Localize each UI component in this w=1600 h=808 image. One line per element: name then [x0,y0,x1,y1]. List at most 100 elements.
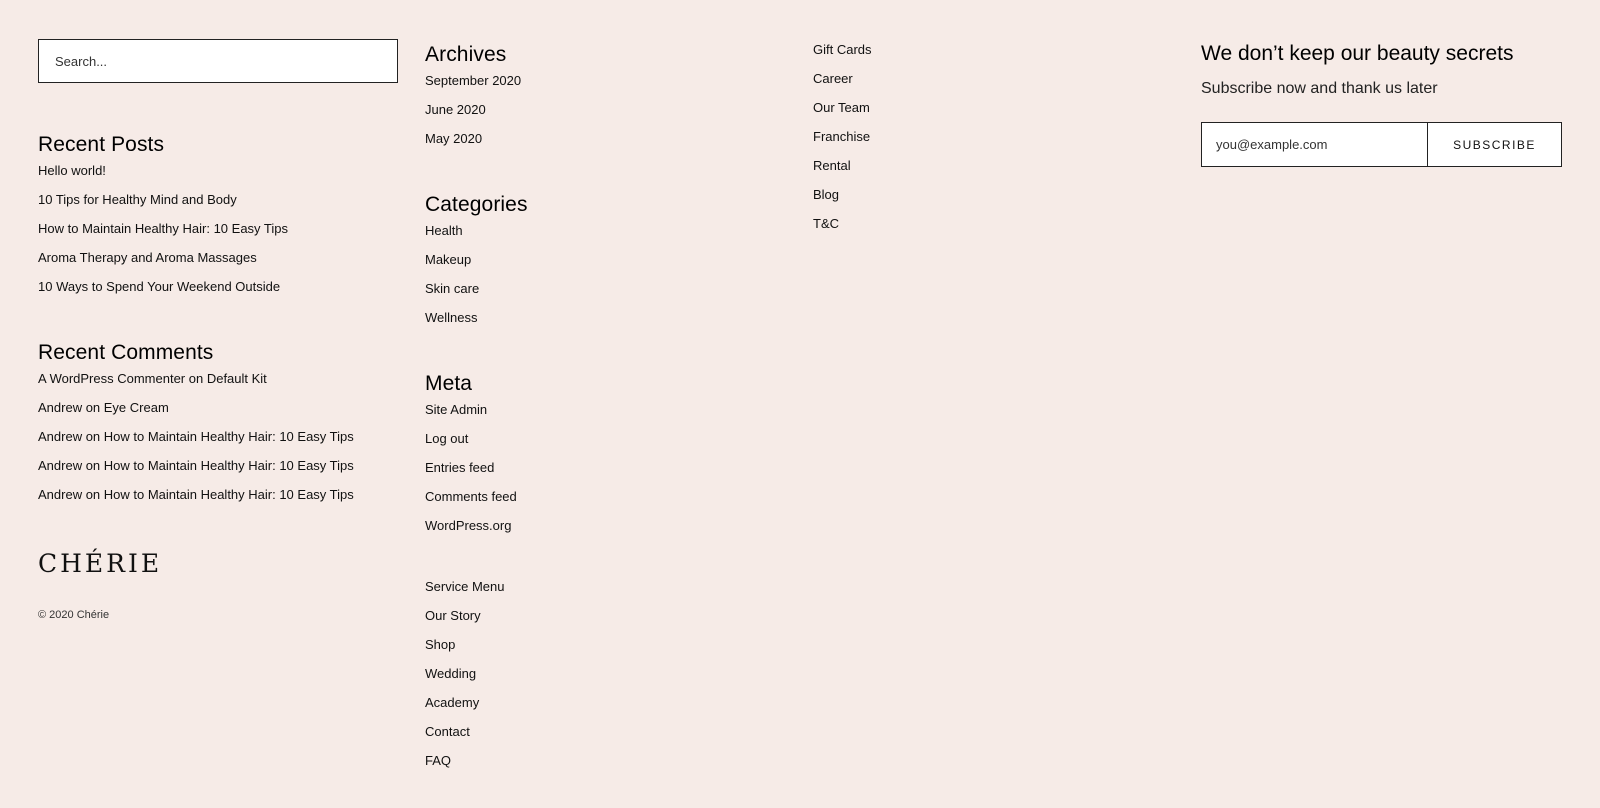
list-item: Andrew on How to Maintain Healthy Hair: … [38,458,354,487]
categories-title: Categories [425,193,528,216]
list-item: T&C [813,216,872,245]
search-input[interactable] [53,52,383,70]
meta-link[interactable]: Comments feed [425,489,517,504]
recent-post-link[interactable]: 10 Ways to Spend Your Weekend Outside [38,279,280,294]
service-menu-link[interactable]: Shop [425,637,455,652]
recent-post-link[interactable]: Aroma Therapy and Aroma Massages [38,250,257,265]
recent-comments-list: A WordPress Commenter on Default Kit And… [38,371,354,516]
list-item: June 2020 [425,102,521,131]
company-menu-link[interactable]: Franchise [813,129,870,144]
archive-link[interactable]: May 2020 [425,131,482,146]
list-item: Wellness [425,310,528,339]
list-item: FAQ [425,753,504,782]
recent-comment-link[interactable]: Andrew on How to Maintain Healthy Hair: … [38,487,354,502]
list-item: Health [425,223,528,252]
service-menu-link[interactable]: Service Menu [425,579,504,594]
list-item: Log out [425,431,517,460]
recent-posts-title: Recent Posts [38,133,165,156]
list-item: Wedding [425,666,504,695]
list-item: Andrew on Eye Cream [38,400,354,429]
recent-comment-link[interactable]: A WordPress Commenter on Default Kit [38,371,267,386]
company-menu-link[interactable]: Gift Cards [813,42,872,57]
recent-post-link[interactable]: Hello world! [38,163,106,178]
category-link[interactable]: Wellness [425,310,478,325]
list-item: How to Maintain Healthy Hair: 10 Easy Ti… [38,221,288,250]
service-menu-link[interactable]: Academy [425,695,479,710]
service-menu-link[interactable]: Wedding [425,666,476,681]
archives-title: Archives [425,43,507,66]
category-link[interactable]: Health [425,223,463,238]
service-menu-link[interactable]: FAQ [425,753,451,768]
service-menu-list: Service Menu Our Story Shop Wedding Acad… [425,579,504,782]
list-item: Gift Cards [813,42,872,71]
list-item: WordPress.org [425,518,517,547]
category-link[interactable]: Skin care [425,281,479,296]
brand-logo[interactable]: CHÉRIE [38,549,162,578]
list-item: Academy [425,695,504,724]
service-menu-link[interactable]: Our Story [425,608,481,623]
meta-list: Site Admin Log out Entries feed Comments… [425,402,517,547]
company-menu-link[interactable]: Rental [813,158,851,173]
recent-posts-list: Hello world! 10 Tips for Healthy Mind an… [38,163,288,308]
company-menu-link[interactable]: T&C [813,216,839,231]
copyright-text: © 2020 Chérie [38,609,110,621]
company-menu-list: Gift Cards Career Our Team Franchise Ren… [813,42,872,245]
list-item: 10 Tips for Healthy Mind and Body [38,192,288,221]
list-item: Site Admin [425,402,517,431]
list-item: Hello world! [38,163,288,192]
recent-comment-link[interactable]: Andrew on How to Maintain Healthy Hair: … [38,429,354,444]
list-item: May 2020 [425,131,521,160]
recent-post-link[interactable]: 10 Tips for Healthy Mind and Body [38,192,237,207]
list-item: Blog [813,187,872,216]
list-item: Skin care [425,281,528,310]
categories-widget: Categories Health Makeup Skin care Welln… [425,193,528,339]
recent-posts-widget: Recent Posts Hello world! 10 Tips for He… [38,133,288,308]
list-item: Franchise [813,129,872,158]
meta-title: Meta [425,372,473,395]
meta-widget: Meta Site Admin Log out Entries feed Com… [425,372,517,547]
categories-list: Health Makeup Skin care Wellness [425,223,528,339]
archive-link[interactable]: June 2020 [425,102,486,117]
subscribe-form: SUBSCRIBE [1201,122,1562,167]
list-item: Andrew on How to Maintain Healthy Hair: … [38,487,354,516]
company-menu-link[interactable]: Our Team [813,100,870,115]
search-box [38,39,398,83]
archives-widget: Archives September 2020 June 2020 May 20… [425,43,521,160]
category-link[interactable]: Makeup [425,252,471,267]
list-item: Our Story [425,608,504,637]
meta-link[interactable]: Log out [425,431,468,446]
list-item: Contact [425,724,504,753]
list-item: September 2020 [425,73,521,102]
service-menu-widget: Service Menu Our Story Shop Wedding Acad… [425,579,504,782]
list-item: Our Team [813,100,872,129]
newsletter-subtitle: Subscribe now and thank us later [1201,80,1438,97]
subscribe-button[interactable]: SUBSCRIBE [1427,123,1561,166]
service-menu-link[interactable]: Contact [425,724,470,739]
recent-comments-widget: Recent Comments A WordPress Commenter on… [38,341,354,516]
list-item: 10 Ways to Spend Your Weekend Outside [38,279,288,308]
list-item: Career [813,71,872,100]
email-field[interactable] [1202,123,1427,166]
meta-link[interactable]: WordPress.org [425,518,511,533]
list-item: Andrew on How to Maintain Healthy Hair: … [38,429,354,458]
meta-link[interactable]: Entries feed [425,460,494,475]
recent-comment-link[interactable]: Andrew on How to Maintain Healthy Hair: … [38,458,354,473]
recent-comment-link[interactable]: Andrew on Eye Cream [38,400,169,415]
newsletter-title: We don’t keep our beauty secrets [1201,42,1514,65]
list-item: Aroma Therapy and Aroma Massages [38,250,288,279]
list-item: Comments feed [425,489,517,518]
meta-link[interactable]: Site Admin [425,402,487,417]
company-menu-widget: Gift Cards Career Our Team Franchise Ren… [813,42,872,245]
list-item: A WordPress Commenter on Default Kit [38,371,354,400]
list-item: Service Menu [425,579,504,608]
list-item: Makeup [425,252,528,281]
archives-list: September 2020 June 2020 May 2020 [425,73,521,160]
list-item: Rental [813,158,872,187]
company-menu-link[interactable]: Career [813,71,853,86]
list-item: Entries feed [425,460,517,489]
company-menu-link[interactable]: Blog [813,187,839,202]
list-item: Shop [425,637,504,666]
archive-link[interactable]: September 2020 [425,73,521,88]
recent-comments-title: Recent Comments [38,341,214,364]
recent-post-link[interactable]: How to Maintain Healthy Hair: 10 Easy Ti… [38,221,288,236]
